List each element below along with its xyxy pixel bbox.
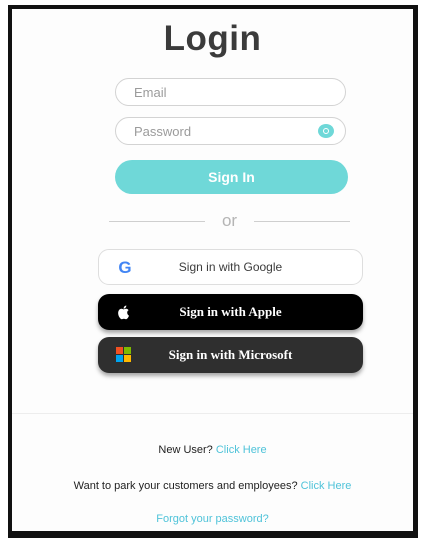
or-separator: or	[109, 211, 350, 231]
or-divider-right	[254, 221, 350, 222]
apple-logo-icon	[116, 304, 132, 320]
password-field[interactable]	[116, 118, 314, 144]
apple-signin-label: Sign in with Apple	[179, 304, 282, 319]
new-user-link[interactable]: Click Here	[216, 444, 267, 456]
microsoft-signin-button[interactable]: Sign in with Microsoft	[98, 337, 363, 373]
apple-signin-button[interactable]: Sign in with Apple	[98, 294, 363, 330]
page-title: Login	[163, 19, 262, 58]
google-g-icon: G	[118, 258, 132, 277]
park-text: Want to park your customers and employee…	[73, 480, 298, 492]
forgot-row: Forgot your password?	[12, 513, 413, 525]
park-link[interactable]: Click Here	[301, 480, 352, 492]
google-signin-label: Sign in with Google	[178, 260, 283, 274]
email-field-wrapper	[115, 78, 346, 106]
forgot-password-link[interactable]: Forgot your password?	[156, 513, 269, 525]
login-card: Login Sign In or G Sign in with Google S…	[8, 5, 418, 538]
microsoft-logo-icon	[116, 347, 132, 363]
eye-icon[interactable]	[318, 124, 334, 138]
park-row: Want to park your customers and employee…	[12, 480, 413, 492]
password-field-wrapper	[115, 117, 346, 145]
sign-in-button[interactable]: Sign In	[115, 160, 348, 194]
microsoft-signin-label: Sign in with Microsoft	[168, 347, 293, 362]
footer-divider	[12, 413, 413, 414]
email-field[interactable]	[116, 79, 314, 105]
new-user-row: New User? Click Here	[12, 444, 413, 456]
new-user-text: New User?	[158, 444, 213, 456]
google-signin-button[interactable]: G Sign in with Google	[98, 249, 363, 285]
